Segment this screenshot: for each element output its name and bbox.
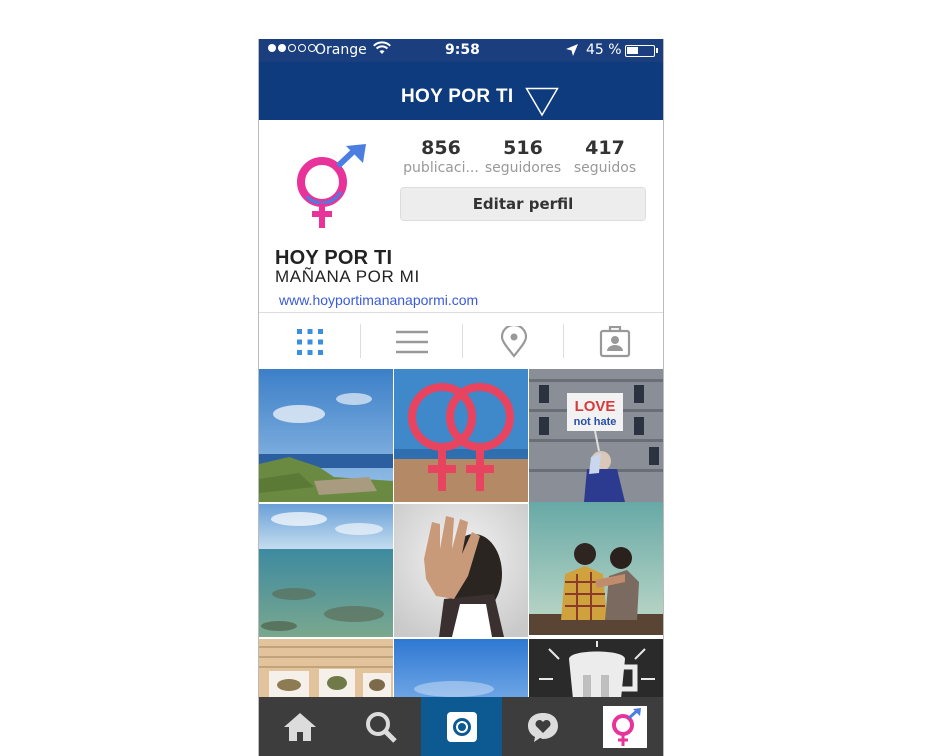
photo-coast[interactable] [259, 369, 393, 502]
carrier-name: Orange [315, 42, 367, 58]
tab-camera[interactable] [421, 697, 502, 756]
search-icon [365, 711, 397, 743]
profile-view-tabs [259, 312, 663, 370]
grid-icon [296, 328, 323, 355]
bio-subtitle: MAÑANA POR MI [275, 267, 420, 286]
followers-count: 516 [503, 137, 543, 159]
posts-label: publicaci... [403, 160, 479, 176]
photo-love-not-hate[interactable]: LOVE not hate [529, 369, 663, 502]
list-icon [395, 330, 428, 353]
stat-following[interactable]: 417 seguidos [565, 137, 645, 176]
battery-percent: 45 % [586, 42, 622, 58]
tab-profile[interactable] [584, 697, 663, 756]
followers-label: seguidores [484, 160, 562, 176]
following-count: 417 [585, 137, 625, 159]
signal-strength-icon [268, 44, 316, 52]
stat-followers[interactable]: 516 seguidores [483, 137, 563, 176]
home-icon [283, 712, 316, 741]
app-header: HOY POR TI [259, 62, 663, 120]
camera-icon [446, 711, 477, 742]
clock-time: 9:58 [445, 42, 480, 58]
photo-stop-hand[interactable] [394, 504, 528, 637]
stat-posts[interactable]: 856 publicaci... [401, 137, 481, 176]
bottom-tab-bar [259, 697, 663, 756]
wifi-icon [373, 41, 391, 54]
following-label: seguidos [573, 160, 637, 176]
posts-count: 856 [421, 137, 461, 159]
edit-profile-button[interactable]: Editar perfil [400, 187, 646, 221]
photo-beer-mug[interactable] [529, 639, 663, 697]
profile-avatar-icon [602, 705, 647, 748]
location-pin-icon [500, 325, 527, 358]
photo-drawings[interactable] [259, 639, 393, 697]
photo-sea[interactable] [259, 504, 393, 637]
activity-heart-icon [527, 712, 558, 742]
photo-sky[interactable] [394, 639, 528, 697]
tab-grid-view[interactable] [259, 313, 360, 370]
status-bar: Orange 9:58 45 % [259, 39, 663, 62]
sign-text-top: LOVE [575, 398, 616, 415]
photo-female-symbols[interactable] [394, 369, 528, 502]
tab-search[interactable] [340, 697, 421, 756]
location-arrow-icon [566, 44, 578, 56]
account-title[interactable]: HOY POR TI [401, 86, 513, 108]
profile-logo-gender-symbol [297, 144, 366, 228]
bio-website-link[interactable]: www.hoyportimananapormi.com [279, 292, 478, 308]
battery-icon [625, 45, 658, 57]
photo-grid: LOVE not hate [259, 369, 663, 697]
tab-tagged-view[interactable] [564, 313, 663, 370]
account-switch-dropdown-icon[interactable] [525, 87, 559, 117]
tab-location-view[interactable] [463, 313, 564, 370]
tab-activity[interactable] [502, 697, 583, 756]
tab-home[interactable] [259, 697, 340, 756]
phone-screen: Orange 9:58 45 % HOY POR TI 856 publicac… [258, 39, 664, 756]
photo-couple[interactable] [529, 502, 663, 635]
sign-text-bottom: not hate [574, 416, 617, 428]
tagged-person-icon [599, 325, 630, 357]
profile-section: 856 publicaci... 516 seguidores 417 segu… [259, 120, 663, 312]
tab-list-view[interactable] [361, 313, 462, 370]
